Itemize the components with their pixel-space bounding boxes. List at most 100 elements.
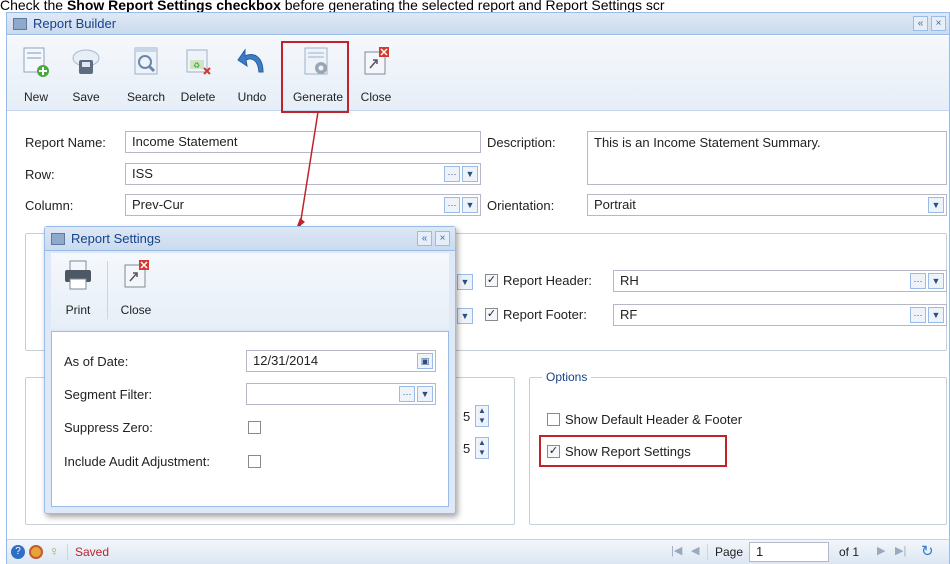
pager-divider-1 — [707, 544, 708, 560]
suppress-zero-checkbox[interactable] — [248, 421, 261, 434]
dialog-close-label: Close — [120, 303, 152, 317]
dialog-body: As of Date: 12/31/2014 ▣ Segment Filter:… — [51, 331, 449, 507]
status-divider — [67, 544, 68, 560]
include-audit-checkbox[interactable] — [248, 455, 261, 468]
spin-arrows-2[interactable]: ▲ ▼ — [475, 437, 489, 459]
report-footer-checkbox[interactable]: ✓ — [485, 308, 498, 321]
column-label: Column: — [25, 198, 74, 213]
row-value: ISS — [132, 166, 153, 181]
dialog-window-icon — [51, 233, 65, 245]
page-number-input[interactable]: 1 — [749, 542, 829, 562]
row-more-button[interactable]: ··· — [444, 166, 460, 182]
report-settings-dialog: Report Settings « × Print Close As of Da… — [44, 226, 456, 514]
orientation-dropdown-icon[interactable]: ▼ — [928, 197, 944, 213]
spin-field-2[interactable]: 5 ▲ ▼ — [459, 437, 489, 461]
options-legend: Options — [542, 370, 592, 384]
column-value: Prev-Cur — [132, 197, 185, 212]
prev-page-icon[interactable]: ◀ — [691, 544, 699, 557]
segment-filter-more-button[interactable]: ··· — [399, 386, 415, 402]
last-page-icon[interactable]: ▶| — [895, 544, 906, 557]
row-dropdown-icon[interactable]: ▼ — [462, 166, 478, 182]
next-page-icon[interactable]: ▶ — [877, 544, 885, 557]
first-page-icon[interactable]: |◀ — [671, 544, 682, 557]
window-close-button[interactable]: × — [931, 16, 946, 31]
new-doc-icon — [23, 47, 49, 77]
spin-field-1[interactable]: 5 ▲ ▼ — [459, 405, 489, 429]
report-footer-combobox[interactable]: RF ··· ▼ — [613, 304, 947, 326]
segment-filter-label: Segment Filter: — [64, 387, 153, 402]
save-button[interactable]: Save — [63, 44, 109, 108]
dialog-collapse-button[interactable]: « — [417, 231, 432, 246]
undo-button[interactable]: Undo — [229, 44, 275, 108]
report-footer-label: Report Footer: — [503, 307, 587, 322]
left-dropdown-icon-1[interactable]: ▼ — [457, 274, 473, 290]
dialog-close-button[interactable]: Close — [113, 257, 159, 321]
close-window-icon — [364, 47, 389, 75]
main-toolbar: New Save Search ♻ Delete Undo Generate C… — [7, 36, 949, 111]
show-default-header-footer-checkbox[interactable] — [547, 413, 560, 426]
spin-value-1: 5 — [463, 409, 471, 424]
suppress-zero-label: Suppress Zero: — [64, 420, 153, 435]
search-label: Search — [126, 90, 166, 104]
dialog-title: Report Settings — [71, 231, 161, 246]
undo-arrow-icon — [237, 48, 264, 73]
window-icon — [13, 18, 27, 30]
search-doc-icon — [134, 47, 158, 75]
refresh-icon[interactable]: ↻ — [921, 542, 934, 560]
spin-arrows-1[interactable]: ▲ ▼ — [475, 405, 489, 427]
report-header-label: Report Header: — [503, 273, 592, 288]
report-header-combobox[interactable]: RH ··· ▼ — [613, 270, 947, 292]
dialog-toolbar-divider — [107, 261, 108, 319]
description-textarea[interactable]: This is an Income Statement Summary. — [587, 131, 947, 185]
dialog-close-x-button[interactable]: × — [435, 231, 450, 246]
column-dropdown-icon[interactable]: ▼ — [462, 197, 478, 213]
column-more-button[interactable]: ··· — [444, 197, 460, 213]
show-report-settings-highlight — [539, 435, 727, 467]
segment-filter-dropdown-icon[interactable]: ▼ — [417, 386, 433, 402]
row-label: Row: — [25, 167, 55, 182]
print-button[interactable]: Print — [55, 257, 101, 321]
spin-value-2: 5 — [463, 441, 471, 456]
svg-text:♻: ♻ — [193, 61, 200, 70]
segment-filter-combobox[interactable]: ··· ▼ — [246, 383, 436, 405]
show-default-header-footer-label: Show Default Header & Footer — [565, 412, 743, 427]
window-title: Report Builder — [33, 16, 117, 31]
collapse-button[interactable]: « — [913, 16, 928, 31]
report-footer-dropdown-icon[interactable]: ▼ — [928, 307, 944, 323]
close-label: Close — [360, 90, 392, 104]
delete-button[interactable]: ♻ Delete — [175, 44, 221, 108]
printer-icon — [65, 260, 91, 290]
close-window-icon — [124, 260, 149, 288]
report-footer-more-button[interactable]: ··· — [910, 307, 926, 323]
report-name-input[interactable]: Income Statement — [125, 131, 481, 153]
dialog-toolbar: Print Close — [51, 253, 449, 329]
undo-label: Undo — [237, 90, 267, 104]
save-cloud-icon — [72, 49, 100, 74]
column-combobox[interactable]: Prev-Cur ··· ▼ — [125, 194, 481, 216]
as-of-date-input[interactable]: 12/31/2014 ▣ — [246, 350, 436, 372]
row-combobox[interactable]: ISS ··· ▼ — [125, 163, 481, 185]
search-button[interactable]: Search — [123, 44, 169, 108]
tip-bulb-icon[interactable]: ♀ — [49, 543, 60, 559]
close-button[interactable]: Close — [353, 44, 399, 108]
report-header-value: RH — [620, 273, 639, 288]
support-icon[interactable] — [29, 545, 43, 559]
page-label: Page — [715, 545, 744, 559]
calendar-icon[interactable]: ▣ — [417, 353, 433, 369]
new-button[interactable]: New — [13, 44, 59, 108]
dialog-titlebar: Report Settings « × — [45, 227, 455, 251]
window-titlebar: Report Builder « × — [7, 13, 949, 35]
report-header-checkbox[interactable]: ✓ — [485, 274, 498, 287]
report-header-dropdown-icon[interactable]: ▼ — [928, 273, 944, 289]
orientation-value: Portrait — [594, 197, 636, 212]
help-icon[interactable]: ? — [11, 545, 25, 559]
as-of-date-label: As of Date: — [64, 354, 129, 369]
left-dropdown-icon-2[interactable]: ▼ — [457, 308, 473, 324]
save-label: Save — [72, 90, 100, 104]
as-of-date-value: 12/31/2014 — [253, 353, 319, 368]
report-name-label: Report Name: — [25, 135, 106, 150]
orientation-select[interactable]: Portrait ▼ — [587, 194, 947, 216]
delete-label: Delete — [180, 90, 216, 104]
report-header-more-button[interactable]: ··· — [910, 273, 926, 289]
print-label: Print — [65, 303, 91, 317]
